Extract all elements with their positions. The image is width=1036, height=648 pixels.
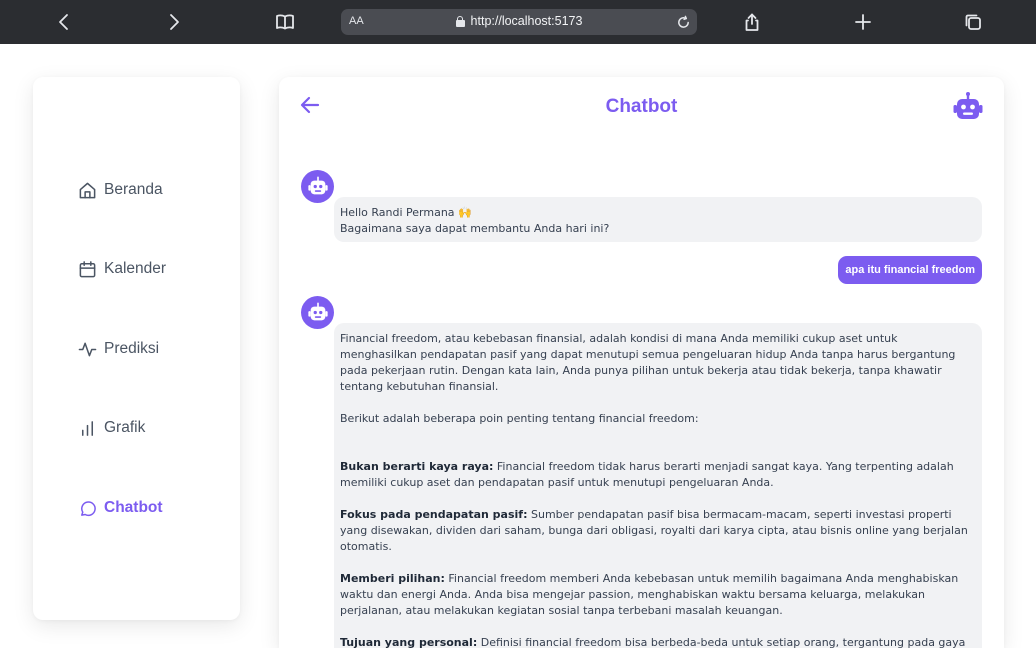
message-point: Fokus pada pendapatan pasif: Sumber pend… (340, 507, 976, 555)
robot-icon (307, 176, 328, 194)
forward-nav-button[interactable] (158, 6, 190, 38)
tabs-overview-button[interactable] (957, 6, 989, 38)
robot-icon (307, 302, 328, 320)
bot-avatar (301, 170, 334, 203)
bookmarks-button[interactable] (269, 6, 301, 38)
sidebar-item-prediksi[interactable]: Prediksi (78, 334, 159, 364)
back-nav-button[interactable] (48, 6, 80, 38)
chevron-right-icon (170, 14, 179, 30)
message-paragraph: Financial freedom, atau kebebasan finans… (340, 332, 956, 393)
point-title: Bukan berarti kaya raya: (340, 460, 494, 473)
sidebar-item-label: Kalender (104, 260, 167, 277)
chat-panel: Chatbot Hello Randi Permana 🙌 Bagaimana … (279, 77, 1004, 648)
book-icon (276, 14, 294, 30)
page-title: Chatbot (605, 96, 678, 117)
sidebar-item-label: Grafik (104, 419, 146, 436)
message-circle-icon (81, 500, 96, 516)
tabs-icon (965, 14, 981, 30)
activity-icon (78, 342, 97, 356)
bot-message: Financial freedom, atau kebebasan finans… (334, 323, 982, 648)
sidebar-item-chatbot[interactable]: Chatbot (78, 493, 163, 523)
home-icon (79, 182, 96, 198)
sidebar: Beranda Kalender Prediksi Grafik Chatbot (33, 77, 240, 620)
message-paragraph: Berikut adalah beberapa poin penting ten… (340, 412, 699, 425)
plus-icon (855, 14, 871, 30)
share-button[interactable] (736, 6, 768, 38)
reload-button[interactable] (673, 12, 693, 32)
message-line: Bagaimana saya dapat membantu Anda hari … (340, 222, 610, 235)
point-title: Tujuan yang personal: (340, 636, 478, 648)
message-line: Hello Randi Permana 🙌 (340, 206, 472, 219)
url-text: http://localhost:5173 (470, 14, 583, 28)
user-message: apa itu financial freedom (838, 256, 982, 284)
point-title: Fokus pada pendapatan pasif: (340, 508, 528, 521)
point-title: Memberi pilihan: (340, 572, 445, 585)
sidebar-item-grafik[interactable]: Grafik (78, 413, 145, 443)
address-bar[interactable]: AA http://localhost:5173 (341, 9, 697, 35)
sidebar-item-beranda[interactable]: Beranda (78, 175, 163, 205)
chevron-left-icon (59, 14, 68, 30)
sidebar-item-label: Chatbot (104, 499, 163, 516)
calendar-icon (79, 260, 96, 277)
message-point: Memberi pilihan: Financial freedom membe… (340, 571, 976, 619)
robot-icon (952, 91, 984, 123)
browser-toolbar: AA http://localhost:5173 (0, 0, 1036, 44)
message-point: Tujuan yang personal: Definisi financial… (340, 635, 976, 648)
sidebar-item-kalender[interactable]: Kalender (78, 254, 166, 284)
sidebar-item-label: Prediksi (104, 340, 160, 357)
share-icon (745, 13, 759, 31)
bot-avatar (301, 296, 334, 329)
bot-message: Hello Randi Permana 🙌 Bagaimana saya dap… (334, 197, 982, 242)
reload-icon (677, 15, 689, 28)
bar-chart-icon (81, 420, 94, 436)
message-point: Bukan berarti kaya raya: Financial freed… (340, 459, 976, 491)
new-tab-button[interactable] (847, 6, 879, 38)
lock-icon (455, 15, 465, 27)
sidebar-item-label: Beranda (104, 181, 163, 198)
